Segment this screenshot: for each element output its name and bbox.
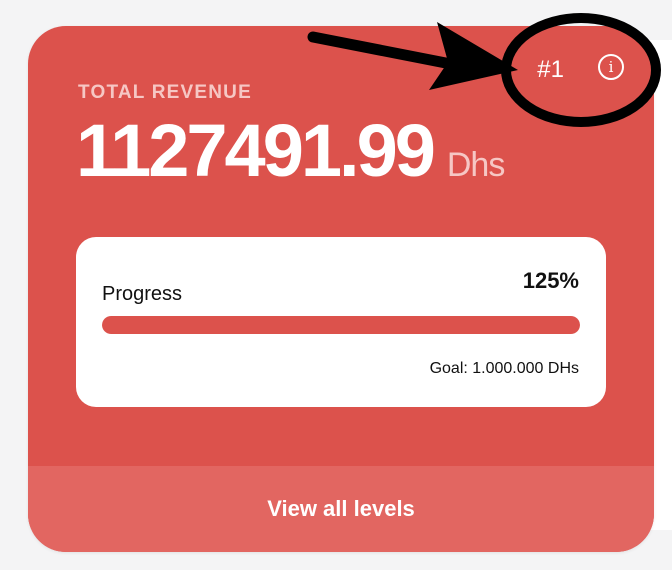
kpi-value: 1127491.99 <box>76 109 436 192</box>
progress-bar-track <box>102 316 580 334</box>
revenue-card: #1 i TOTAL REVENUE 1127491.99 Dhs Progre… <box>28 26 654 552</box>
info-icon[interactable]: i <box>598 54 624 80</box>
view-all-levels-button[interactable]: View all levels <box>28 466 654 552</box>
kpi-label: TOTAL REVENUE <box>78 82 252 103</box>
kpi-unit: Dhs <box>446 146 505 184</box>
kpi-value-row: 1127491.99 Dhs <box>76 109 505 192</box>
progress-title: Progress <box>102 283 183 305</box>
progress-percent: 125% <box>522 268 579 293</box>
goal-text: Goal: 1.000.000 DHs <box>429 360 579 377</box>
rank-badge: #1 <box>537 56 564 83</box>
progress-card: Progress 125% Goal: 1.000.000 DHs <box>76 237 606 407</box>
progress-bar-fill <box>102 316 580 334</box>
